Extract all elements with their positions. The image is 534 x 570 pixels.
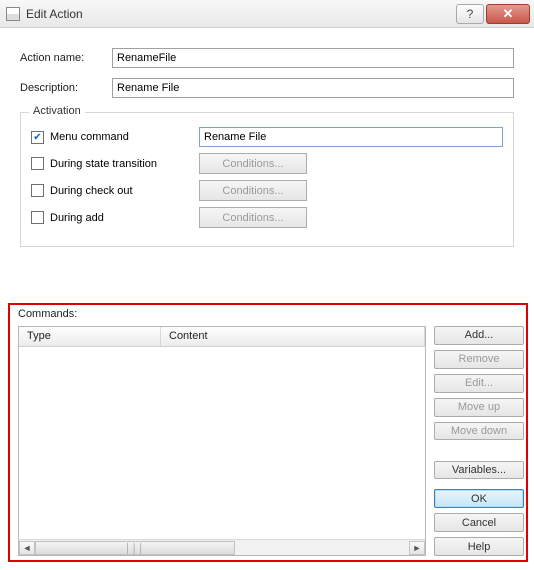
column-content[interactable]: Content: [161, 327, 425, 346]
during-add-conditions-button[interactable]: Conditions...: [199, 207, 307, 228]
moveup-button[interactable]: Move up: [434, 398, 524, 417]
remove-button[interactable]: Remove: [434, 350, 524, 369]
during-checkout-conditions-button[interactable]: Conditions...: [199, 180, 307, 201]
scroll-left-arrow[interactable]: ◄: [19, 541, 35, 555]
add-button[interactable]: Add...: [434, 326, 524, 345]
titlebar-help-button[interactable]: ?: [456, 4, 484, 24]
during-state-label: During state transition: [50, 158, 157, 170]
commands-area: Commands: Type Content ◄ │││ ► Add... R: [12, 308, 524, 556]
menu-command-label: Menu command: [50, 131, 129, 143]
action-name-input[interactable]: [112, 48, 514, 68]
during-state-row: During state transition Conditions...: [31, 153, 503, 174]
app-icon: [6, 7, 20, 21]
during-checkout-label: During check out: [50, 185, 133, 197]
during-state-checkbox[interactable]: [31, 157, 44, 170]
horizontal-scrollbar[interactable]: ◄ │││ ►: [19, 539, 425, 555]
description-label: Description:: [20, 82, 112, 94]
commands-table-body[interactable]: [19, 347, 425, 539]
titlebar-close-button[interactable]: ✕: [486, 4, 530, 24]
activation-legend: Activation: [29, 105, 85, 117]
movedown-button[interactable]: Move down: [434, 422, 524, 441]
description-row: Description:: [20, 78, 522, 98]
column-type[interactable]: Type: [19, 327, 161, 346]
dialog-body: Action name: Description: Activation Men…: [0, 28, 534, 570]
window-title: Edit Action: [26, 7, 454, 21]
ok-button[interactable]: OK: [434, 489, 524, 508]
scroll-track[interactable]: │││: [35, 541, 409, 555]
description-input[interactable]: [112, 78, 514, 98]
commands-table-header: Type Content: [19, 327, 425, 347]
cancel-button[interactable]: Cancel: [434, 513, 524, 532]
edit-button[interactable]: Edit...: [434, 374, 524, 393]
scroll-thumb[interactable]: │││: [35, 541, 235, 555]
during-checkout-checkbox[interactable]: [31, 184, 44, 197]
during-checkout-row: During check out Conditions...: [31, 180, 503, 201]
variables-button[interactable]: Variables...: [434, 461, 524, 480]
help-button[interactable]: Help: [434, 537, 524, 556]
menu-command-checkbox[interactable]: [31, 131, 44, 144]
button-column: Add... Remove Edit... Move up Move down …: [434, 326, 524, 556]
during-state-conditions-button[interactable]: Conditions...: [199, 153, 307, 174]
scroll-right-arrow[interactable]: ►: [409, 541, 425, 555]
activation-group: Activation Menu command During state tra…: [20, 112, 514, 247]
menu-command-input[interactable]: [199, 127, 503, 147]
commands-table: Type Content ◄ │││ ►: [18, 326, 426, 556]
during-add-checkbox[interactable]: [31, 211, 44, 224]
during-add-row: During add Conditions...: [31, 207, 503, 228]
during-add-label: During add: [50, 212, 104, 224]
menu-command-row: Menu command: [31, 127, 503, 147]
action-name-label: Action name:: [20, 52, 112, 64]
commands-label: Commands:: [18, 308, 524, 320]
action-name-row: Action name:: [20, 48, 522, 68]
title-bar: Edit Action ? ✕: [0, 0, 534, 28]
